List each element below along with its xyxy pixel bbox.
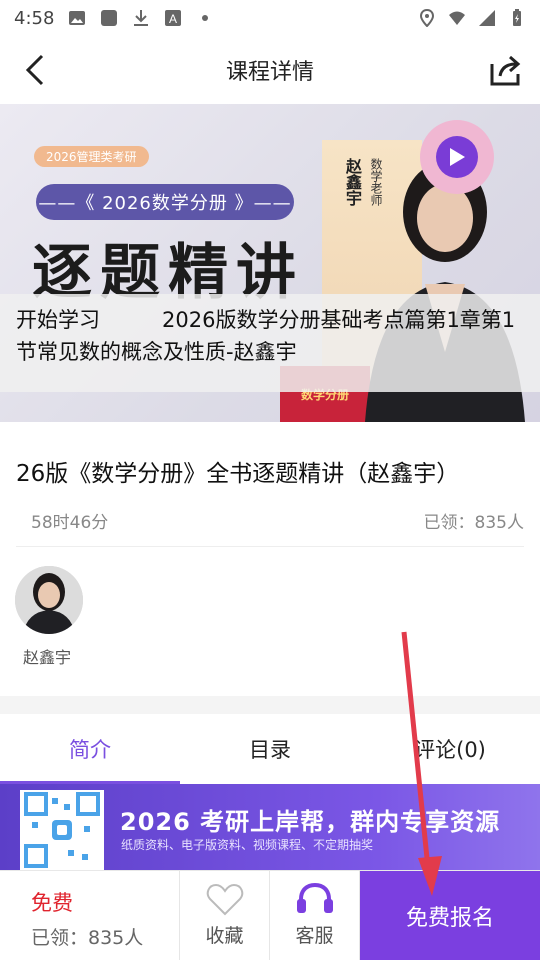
free-signup-button[interactable]: 免费报名 (360, 871, 540, 960)
price-block: 免费 已领：835人 (0, 871, 180, 960)
image-icon (69, 11, 86, 25)
qr-code (20, 790, 104, 870)
status-time: 4:58 (14, 7, 55, 29)
dot-icon (202, 15, 209, 21)
customer-service-button[interactable]: 客服 (270, 871, 360, 960)
font-a-icon: A (165, 10, 182, 26)
heart-icon (206, 883, 243, 916)
teacher-avatar-image (15, 566, 83, 634)
svg-text:A: A (169, 12, 177, 26)
tab-comments[interactable]: 评论(0) (360, 714, 540, 784)
promo-headline: 2026 考研上岸帮，群内专享资源 (120, 808, 501, 836)
share-icon[interactable] (488, 52, 524, 88)
favorite-button[interactable]: 收藏 (180, 871, 270, 960)
app-square-icon (101, 10, 118, 26)
course-duration: 58时46分 (31, 513, 109, 533)
teacher-section: 赵鑫宇 (0, 550, 540, 696)
status-bar: 4:58 A (0, 0, 540, 36)
book-subtitle: ——《 2026数学分册 》—— (36, 184, 294, 220)
enrolled-count: 已领：835人 (423, 513, 524, 533)
promo-subtext: 纸质资料、电子版资料、视频课程、不定期抽奖 (121, 838, 374, 852)
back-arrow-icon[interactable] (20, 52, 50, 88)
tab-bar: 简介 目录 评论(0) (0, 714, 540, 784)
wifi-icon (449, 11, 465, 25)
download-icon (134, 10, 149, 26)
section-gap (0, 696, 540, 714)
price-free: 免费 (31, 891, 73, 915)
course-title: 26版《数学分册》全书逐题精讲（赵鑫宇） (16, 461, 460, 487)
service-label: 客服 (295, 925, 334, 947)
avatar[interactable] (15, 566, 83, 634)
play-button[interactable] (420, 120, 494, 194)
qr-code-icon (24, 792, 100, 868)
divider (16, 546, 524, 547)
bottom-action-bar: 免费 已领：835人 收藏 客服 免费报名 (0, 870, 540, 960)
tab-catalog[interactable]: 目录 (180, 714, 360, 784)
course-info: 26版《数学分册》全书逐题精讲（赵鑫宇） 58时46分 已领：835人 (0, 422, 540, 548)
course-cover[interactable]: 2026管理类考研 ——《 2026数学分册 》—— 逐题精讲 赵鑫宇 数学老师… (0, 104, 540, 422)
signal-icon (479, 10, 495, 26)
play-icon (450, 148, 465, 166)
battery-icon (513, 9, 521, 26)
lesson-overlay[interactable]: 开始学习 2026版数学分册基础考点篇第1章第1节常见数的概念及性质-赵鑫宇 (0, 294, 540, 392)
bottom-enrolled-count: 已领：835人 (31, 927, 144, 949)
favorite-label: 收藏 (205, 925, 244, 947)
exam-tag: 2026管理类考研 (34, 146, 149, 167)
promo-banner[interactable]: 2026 考研上岸帮，群内专享资源 纸质资料、电子版资料、视频课程、不定期抽奖 (0, 784, 540, 870)
header: 课程详情 (0, 36, 540, 104)
teacher-name: 赵鑫宇 (23, 648, 72, 667)
start-study-label: 开始学习 (16, 308, 100, 332)
tab-intro[interactable]: 简介 (0, 714, 180, 784)
page-title: 课程详情 (225, 60, 314, 85)
location-icon (419, 9, 435, 27)
headset-icon (296, 883, 333, 913)
